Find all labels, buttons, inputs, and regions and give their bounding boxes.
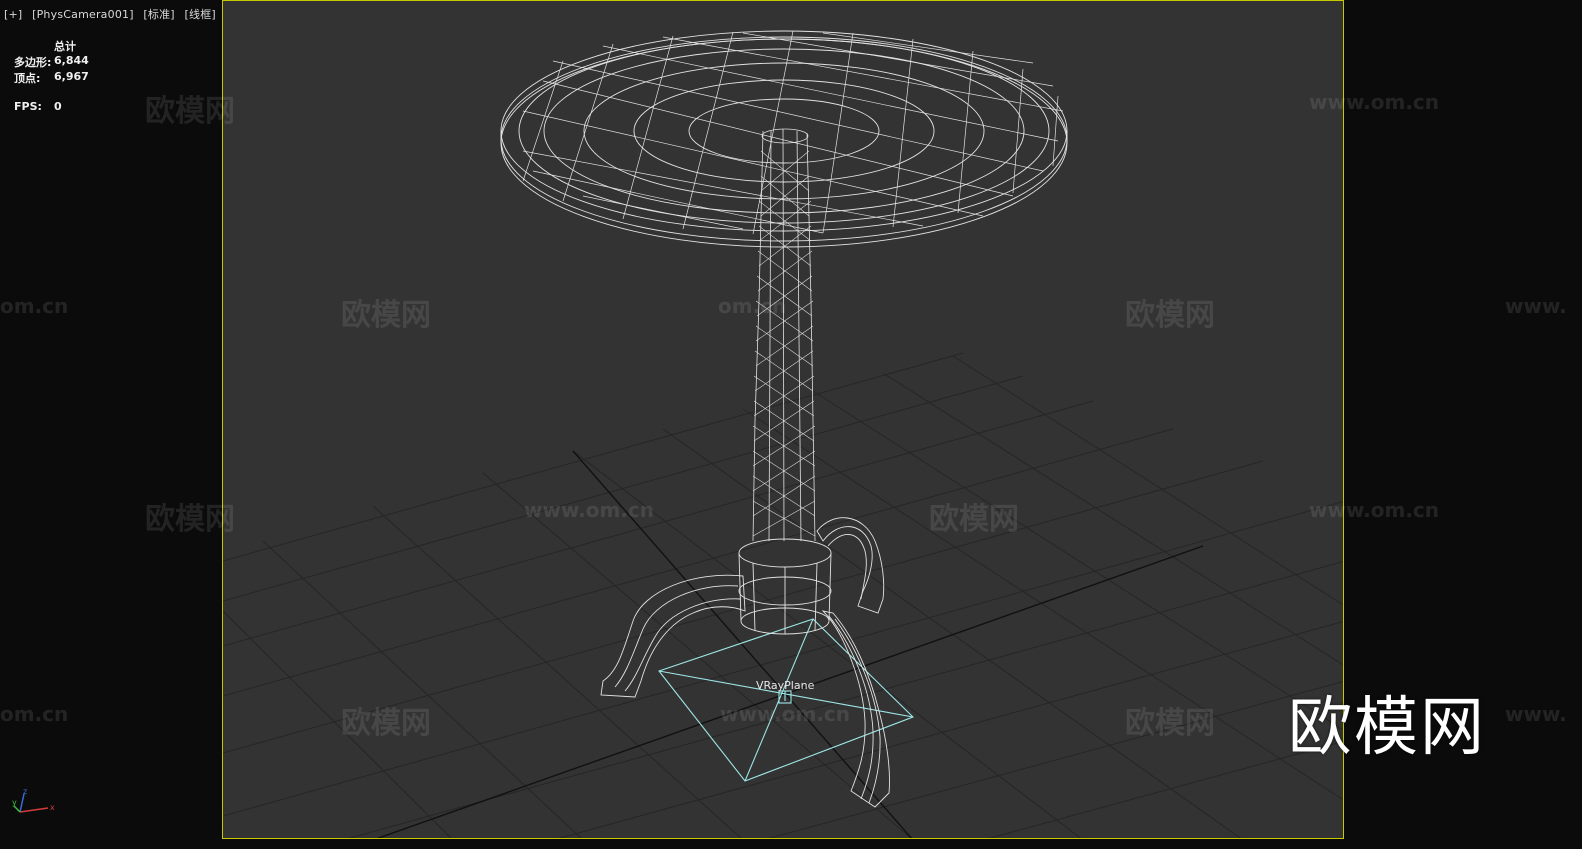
stats-verts-value: 6,967 <box>54 70 89 83</box>
stats-fps-value: 0 <box>54 100 62 113</box>
camera-viewport[interactable]: VRayPlane <box>222 0 1344 839</box>
stats-fps-row: FPS: 0 <box>14 100 89 116</box>
vray-plane-object[interactable] <box>658 618 914 782</box>
stats-verts-label: 顶点: <box>14 72 41 85</box>
wireframe-scene[interactable] <box>223 1 1344 839</box>
brand-logo: 欧模网 <box>1288 691 1486 765</box>
watermark-url-short: om.cn <box>0 294 69 318</box>
statistics-overlay: 总计 多边形: 6,844 顶点: 6,967 FPS: 0 <box>14 38 89 116</box>
stats-fps-label: FPS: <box>14 100 42 113</box>
viewport-camera-menu[interactable]: [PhysCamera001] <box>32 8 134 21</box>
watermark-url-cut: www. <box>1505 294 1567 318</box>
stats-total-label: 总计 <box>54 40 76 53</box>
watermark-url-short: om.cn <box>0 702 69 726</box>
viewport-shading-menu[interactable]: [线框] <box>185 8 216 21</box>
viewport-plus-menu[interactable]: [+] <box>4 8 22 21</box>
gizmo-y-label: y <box>12 798 17 807</box>
viewport-label[interactable]: [+] [PhysCamera001] [标准] [线框] <box>4 6 222 22</box>
gizmo-z-label: z <box>23 787 27 796</box>
axis-gizmo-icon: x z y <box>10 786 60 824</box>
stats-polys-label: 多边形: <box>14 56 52 69</box>
grid-axis-lines <box>376 450 1204 838</box>
viewport-mode-menu[interactable]: [标准] <box>143 8 174 21</box>
watermark-url-cut: www. <box>1505 702 1567 726</box>
stats-polys-row: 多边形: 6,844 <box>14 54 89 70</box>
table-column-wireframe[interactable] <box>752 128 816 542</box>
gizmo-x-label: x <box>50 803 55 812</box>
vray-plane-label: VRayPlane <box>756 679 815 692</box>
table-top-wireframe[interactable] <box>500 30 1068 248</box>
stats-verts-row: 顶点: 6,967 <box>14 70 89 86</box>
stats-polys-value: 6,844 <box>54 54 89 67</box>
